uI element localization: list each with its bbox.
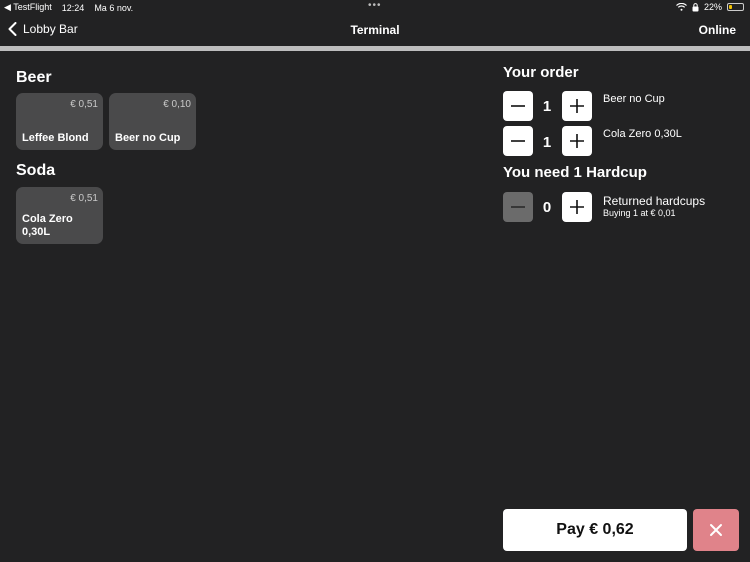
increase-button[interactable] [562,126,592,156]
status-bar: ◀ TestFlight 12:24 Ma 6 nov. ••• 22% [0,0,750,14]
category-title-beer: Beer [16,69,52,86]
battery-percent: 22% [703,2,722,12]
status-date: Ma 6 nov. [94,2,134,13]
increase-hardcup-button[interactable] [562,192,592,222]
line-name: Cola Zero 0,30L [603,128,682,140]
nav-bar: Terminal Lobby Bar Online [0,14,750,46]
product-tile-cola-zero[interactable]: € 0,51 Cola Zero 0,30L [16,187,103,244]
close-icon [710,524,722,536]
product-price: € 0,51 [70,193,98,204]
battery-level [729,5,732,9]
cancel-order-button[interactable] [693,509,739,551]
decrease-hardcup-button[interactable] [503,192,533,222]
nav-divider [0,46,750,51]
product-tile-beer-no-cup[interactable]: € 0,10 Beer no Cup [109,93,196,150]
increase-button[interactable] [562,91,592,121]
hardcup-quantity: 0 [542,199,552,216]
product-price: € 0,10 [163,99,191,110]
back-to-app-link[interactable]: ◀ TestFlight [4,2,52,13]
product-price: € 0,51 [70,99,98,110]
minus-icon [511,140,525,142]
line-quantity: 1 [542,98,552,115]
decrease-button[interactable] [503,126,533,156]
product-tile-leffee-blond[interactable]: € 0,51 Leffee Blond [16,93,103,150]
status-time: 12:24 [61,2,85,13]
multitasking-dots[interactable]: ••• [368,0,382,11]
category-title-soda: Soda [16,162,56,179]
product-name: Leffee Blond [22,132,89,144]
lock-rotation-icon [692,2,699,11]
order-title: Your order [503,64,579,81]
status-left: ◀ TestFlight 12:24 Ma 6 nov. [4,2,133,13]
status-right: 22% [676,2,744,12]
hardcup-subtext: Buying 1 at € 0,01 [603,208,676,218]
plus-icon [570,99,584,113]
plus-icon [570,200,584,214]
line-name: Beer no Cup [603,93,665,105]
page-title: Terminal [350,23,400,37]
product-name: Cola Zero 0,30L [22,213,73,238]
decrease-button[interactable] [503,91,533,121]
minus-icon [511,105,525,107]
pay-button[interactable]: Pay € 0,62 [503,509,687,551]
back-button-label: Lobby Bar [23,22,78,36]
chevron-left-icon [8,22,17,36]
back-button[interactable]: Lobby Bar [8,22,78,36]
hardcup-name: Returned hardcups [603,194,706,208]
battery-icon [727,3,744,11]
product-name: Beer no Cup [115,132,181,144]
plus-icon [570,134,584,148]
hardcup-title: You need 1 Hardcup [503,164,647,181]
connection-status: Online [698,23,736,37]
minus-icon [511,206,525,208]
wifi-icon [676,3,687,11]
line-quantity: 1 [542,134,552,151]
